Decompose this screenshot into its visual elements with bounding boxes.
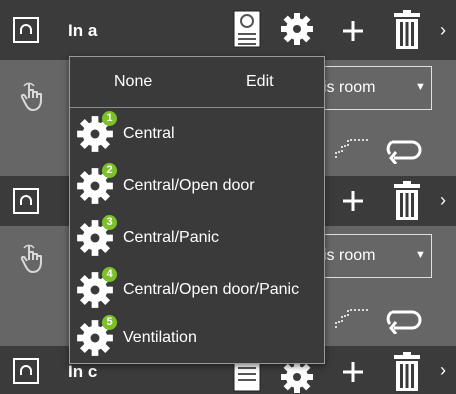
trash-icon[interactable] <box>392 181 422 221</box>
document-icon[interactable] <box>233 10 261 48</box>
row-title: In a <box>68 21 98 40</box>
chevron-right-icon[interactable]: › <box>440 360 446 381</box>
step-icon[interactable] <box>334 308 370 330</box>
chevron-right-icon[interactable]: › <box>440 20 446 41</box>
chevron-right-icon[interactable]: › <box>440 190 446 211</box>
plus-icon[interactable] <box>341 189 365 213</box>
number-badge: 4 <box>102 267 117 282</box>
room-select-value: is room <box>323 79 376 96</box>
menu-item-label: Central/Panic <box>123 229 220 246</box>
menu-item-label: Central/Open door/Panic <box>123 281 300 298</box>
row-header-1: In a › <box>0 0 456 60</box>
room-select[interactable]: is room ▼ <box>316 66 432 110</box>
row-title: In c <box>68 362 98 381</box>
number-badge: 2 <box>102 163 117 178</box>
gear-icon[interactable] <box>280 12 314 46</box>
gear-icon[interactable] <box>280 360 314 394</box>
loop-icon[interactable] <box>384 136 424 164</box>
corner-icon[interactable] <box>13 17 39 43</box>
menu-item-label: Central/Open door <box>123 177 255 194</box>
menu-item[interactable]: 1 Central <box>70 109 324 159</box>
number-badge: 1 <box>102 111 117 126</box>
none-button[interactable]: None <box>114 73 152 91</box>
room-select[interactable]: is room ▼ <box>316 234 432 278</box>
corner-icon[interactable] <box>13 358 39 384</box>
plus-icon[interactable] <box>341 19 365 43</box>
hand-touch-icon[interactable] <box>20 80 46 112</box>
chevron-down-icon: ▼ <box>415 81 426 93</box>
corner-icon[interactable] <box>13 188 39 214</box>
plus-icon[interactable] <box>341 360 365 384</box>
chevron-down-icon: ▼ <box>415 249 426 261</box>
menu-item-label: Central <box>123 125 175 142</box>
loop-icon[interactable] <box>384 306 424 334</box>
menu-item[interactable]: 3 Central/Panic <box>70 213 324 263</box>
menu-item[interactable]: 2 Central/Open door <box>70 161 324 211</box>
hand-touch-icon[interactable] <box>20 242 46 274</box>
menu-item[interactable]: 5 Ventilation <box>70 313 324 363</box>
trash-icon[interactable] <box>392 10 422 50</box>
menu-item-label: Ventilation <box>123 329 197 346</box>
trash-icon[interactable] <box>392 352 422 392</box>
edit-button[interactable]: Edit <box>246 73 274 91</box>
menu-actions: None Edit <box>70 57 324 108</box>
number-badge: 5 <box>102 315 117 330</box>
scenario-menu: None Edit 1 Central 2 Central/Open door … <box>69 56 325 364</box>
room-select-value: is room <box>323 247 376 264</box>
menu-item[interactable]: 4 Central/Open door/Panic <box>70 265 324 315</box>
step-icon[interactable] <box>334 138 370 160</box>
number-badge: 3 <box>102 215 117 230</box>
